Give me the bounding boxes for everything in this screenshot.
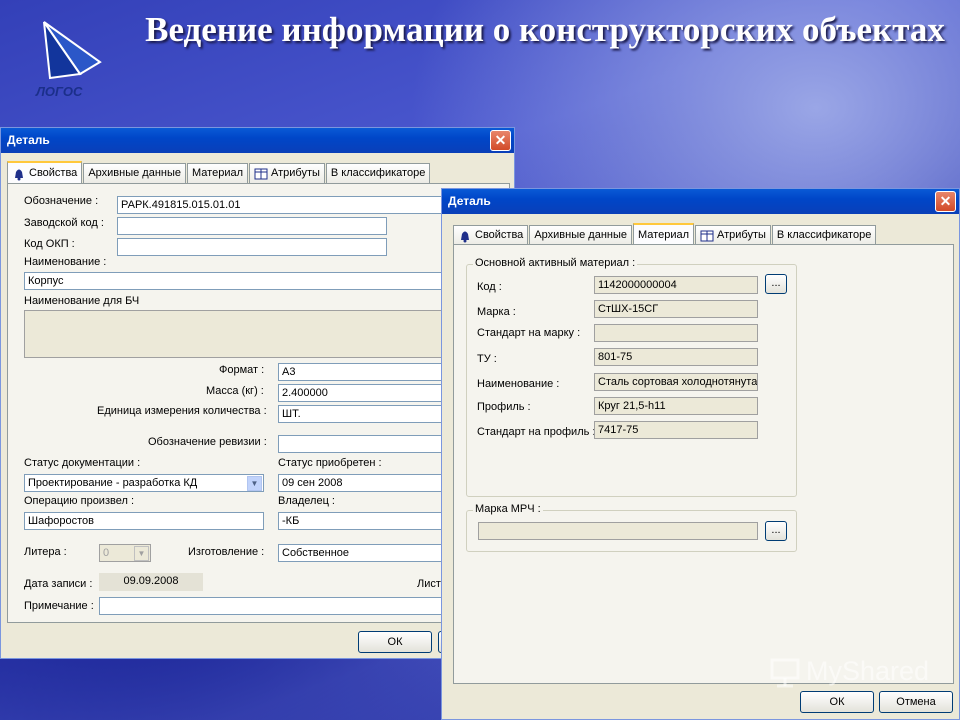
tab-archive[interactable]: Архивные данные <box>529 225 632 245</box>
tab-label: Архивные данные <box>88 167 181 179</box>
code-label: Код : <box>477 281 502 293</box>
tab-label: Атрибуты <box>717 229 766 241</box>
watermark-text: MyShared <box>806 655 930 686</box>
manufacture-label: Изготовление : <box>188 546 265 558</box>
factory-code-field[interactable] <box>117 217 387 235</box>
okp-code-label: Код ОКП : <box>24 238 75 250</box>
tab-strip: Свойства Архивные данные Материал Атрибу… <box>453 223 877 246</box>
logos-logo-icon: ЛОГОС <box>35 21 102 99</box>
doc-status-label: Статус документации : <box>24 457 141 469</box>
name-label: Наименование : <box>24 256 107 268</box>
ok-button[interactable]: ОК <box>358 631 432 653</box>
revision-label: Обозначение ревизии : <box>148 436 267 448</box>
dialog-titlebar: Деталь ✕ <box>442 189 959 214</box>
tab-classifier[interactable]: В классификаторе <box>325 163 431 183</box>
tab-classifier[interactable]: В классификаторе <box>771 225 877 245</box>
profile-field: Круг 21,5-h11 <box>594 397 758 415</box>
note-label: Примечание : <box>24 600 94 612</box>
litera-dropdown[interactable]: 0 ▼ <box>99 544 151 562</box>
mrch-field <box>478 522 758 540</box>
unit-label: Единица измерения количества : <box>97 405 267 417</box>
bell-icon <box>461 231 469 242</box>
close-button[interactable]: ✕ <box>935 191 956 212</box>
tu-field: 801-75 <box>594 348 758 366</box>
tab-label: В классификаторе <box>776 229 872 241</box>
okp-code-field[interactable] <box>117 238 387 256</box>
name-bch-label: Наименование для БЧ <box>24 295 140 307</box>
litera-label: Литера : <box>24 546 67 558</box>
presentation-board-icon <box>770 658 800 688</box>
tab-label: Атрибуты <box>271 167 320 179</box>
litera-value: 0 <box>103 547 110 559</box>
doc-status-value: Проектирование - разработка КД <box>28 477 198 489</box>
myshared-watermark: MyShared <box>768 654 929 688</box>
group-title: Основной активный материал : <box>473 257 638 269</box>
dialog-title: Деталь <box>448 194 491 208</box>
chevron-down-icon[interactable]: ▼ <box>134 546 149 561</box>
tu-label: ТУ : <box>477 353 497 365</box>
group-title: Марка МРЧ : <box>473 503 543 515</box>
material-name-field: Сталь сортовая холоднотянута <box>594 373 758 391</box>
cancel-button[interactable]: Отмена <box>879 691 953 713</box>
brand-label: Марка : <box>477 306 516 318</box>
doc-status-dropdown[interactable]: Проектирование - разработка КД ▼ <box>24 474 264 492</box>
dialog-titlebar: Деталь ✕ <box>1 128 514 153</box>
tab-attributes[interactable]: Атрибуты <box>695 225 771 245</box>
brand-std-label: Стандарт на марку : <box>477 327 581 339</box>
record-date-value: 09.09.2008 <box>99 573 203 591</box>
tab-label: Материал <box>638 229 689 241</box>
browse-material-button[interactable]: ... <box>765 274 787 294</box>
slide-title: Ведение информации о конструкторских объ… <box>145 10 945 49</box>
table-icon <box>700 230 714 241</box>
dialog-title: Деталь <box>7 133 50 147</box>
designation-label: Обозначение : <box>24 195 99 207</box>
tab-material[interactable]: Материал <box>187 163 248 183</box>
tab-properties[interactable]: Свойства <box>7 161 83 184</box>
tab-archive[interactable]: Архивные данные <box>83 163 186 183</box>
tab-label: В классификаторе <box>330 167 426 179</box>
profile-std-label: Стандарт на профиль : <box>477 426 596 438</box>
sheets-label: Лист <box>417 578 441 590</box>
tab-properties[interactable]: Свойства <box>453 225 529 245</box>
tab-material[interactable]: Материал <box>633 223 694 246</box>
brand-field: СтШХ-15СГ <box>594 300 758 318</box>
brand-std-field <box>594 324 758 342</box>
material-name-label: Наименование : <box>477 378 560 390</box>
table-icon <box>254 168 268 179</box>
tab-label: Свойства <box>475 229 524 241</box>
record-date-label: Дата записи : <box>24 578 93 590</box>
browse-mrch-button[interactable]: ... <box>765 521 787 541</box>
tab-label: Свойства <box>29 167 78 179</box>
detail-dialog-properties: Деталь ✕ Свойства Архивные данные Матери… <box>0 127 515 659</box>
profile-label: Профиль : <box>477 401 531 413</box>
tab-strip: Свойства Архивные данные Материал Атрибу… <box>7 161 431 184</box>
mass-label: Масса (кг) : <box>206 385 264 397</box>
tab-label: Материал <box>192 167 243 179</box>
tab-label: Архивные данные <box>534 229 627 241</box>
operator-field[interactable]: Шафоростов <box>24 512 264 530</box>
bell-icon <box>15 169 23 180</box>
profile-std-field: 7417-75 <box>594 421 758 439</box>
close-button[interactable]: ✕ <box>490 130 511 151</box>
operator-label: Операцию произвел : <box>24 495 134 507</box>
owner-label: Владелец : <box>278 495 335 507</box>
acq-status-label: Статус приобретен : <box>278 457 382 469</box>
logo-text: ЛОГОС <box>35 84 83 99</box>
detail-dialog-material: Деталь ✕ Свойства Архивные данные Матери… <box>441 188 960 720</box>
code-field: 1142000000004 <box>594 276 758 294</box>
ok-button[interactable]: ОК <box>800 691 874 713</box>
factory-code-label: Заводской код : <box>24 217 104 229</box>
format-label: Формат : <box>219 364 265 376</box>
chevron-down-icon[interactable]: ▼ <box>247 476 262 491</box>
tab-attributes[interactable]: Атрибуты <box>249 163 325 183</box>
